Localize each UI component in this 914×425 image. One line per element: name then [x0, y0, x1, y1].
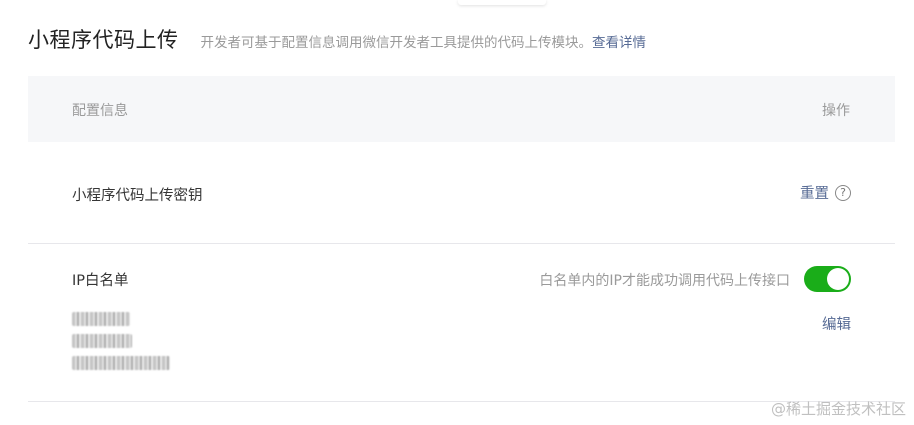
table-row-secret-key: 小程序代码上传密钥 重置 ? — [28, 142, 895, 244]
reset-button[interactable]: 重置 — [800, 182, 829, 203]
table-header: 配置信息 操作 — [28, 76, 895, 142]
description-text: 开发者可基于配置信息调用微信开发者工具提供的代码上传模块。 — [200, 35, 593, 51]
table-row-ip-whitelist: IP白名单 白名单内的IP才能成功调用代码上传接口 编辑 — [28, 244, 895, 402]
page-description: 开发者可基于配置信息调用微信开发者工具提供的代码上传模块。查看详情 — [201, 31, 647, 51]
ip-entry-redacted — [72, 334, 132, 348]
reset-action: 重置 ? — [800, 182, 851, 203]
secret-key-label: 小程序代码上传密钥 — [72, 188, 203, 204]
help-icon[interactable]: ? — [835, 184, 851, 201]
edit-button[interactable]: 编辑 — [822, 313, 851, 334]
toggle-knob — [827, 268, 849, 290]
page-header: 小程序代码上传 开发者可基于配置信息调用微信开发者工具提供的代码上传模块。查看详… — [28, 24, 646, 54]
column-header-config: 配置信息 — [72, 103, 128, 119]
page-title: 小程序代码上传 — [28, 28, 179, 52]
ip-entry-redacted — [72, 356, 170, 370]
details-link[interactable]: 查看详情 — [592, 35, 646, 51]
top-tab-indicator — [458, 0, 546, 5]
ip-entry-redacted — [72, 312, 130, 326]
watermark: @稀土掘金技术社区 — [770, 400, 906, 418]
ip-whitelist-label: IP白名单 — [72, 273, 129, 289]
ip-list — [72, 312, 170, 378]
ip-whitelist-hint: 白名单内的IP才能成功调用代码上传接口 — [539, 273, 790, 289]
ip-whitelist-toggle[interactable] — [804, 266, 851, 292]
column-header-action: 操作 — [822, 103, 850, 119]
